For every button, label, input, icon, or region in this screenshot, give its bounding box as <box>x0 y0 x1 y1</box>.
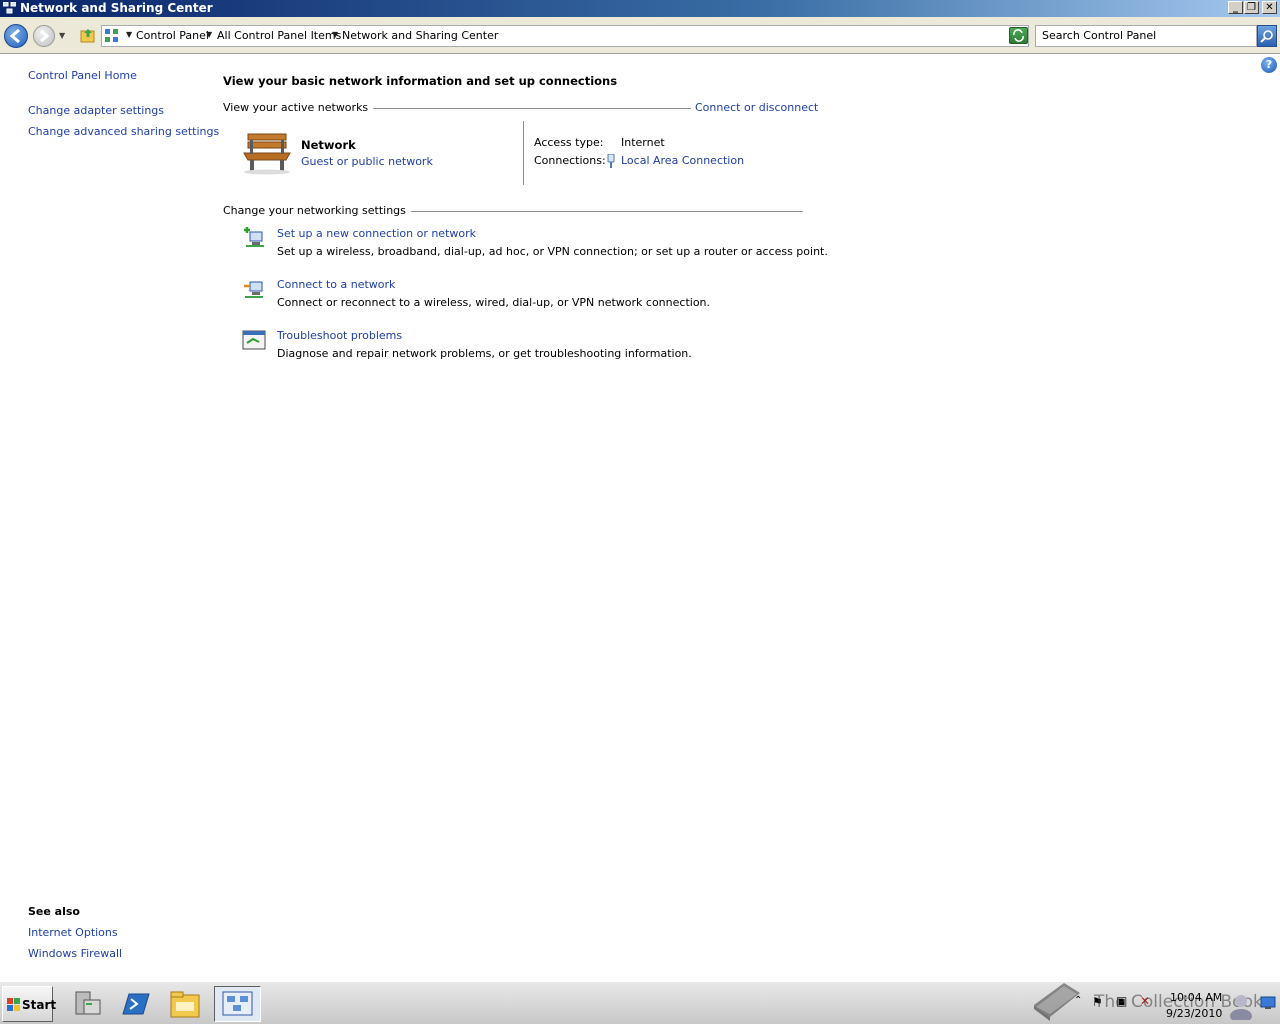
network-center-icon <box>222 991 253 1016</box>
troubleshoot-icon <box>242 330 266 350</box>
network-center-taskbar-button[interactable] <box>214 986 261 1022</box>
windows-flag-icon <box>7 998 20 1011</box>
clock-time[interactable]: 10:04 AM <box>1170 991 1222 1004</box>
powershell-button[interactable] <box>115 986 157 1022</box>
connect-network-icon <box>244 281 263 298</box>
windows-firewall-link[interactable]: Windows Firewall <box>28 947 122 960</box>
control-panel-home-link[interactable]: Control Panel Home <box>28 69 137 82</box>
ethernet-connection-icon <box>607 154 615 168</box>
setup-new-connection-desc: Set up a wireless, broadband, dial-up, a… <box>277 245 828 258</box>
breadcrumb-control-panel[interactable]: Control Panel <box>136 29 209 42</box>
network-name: Network <box>301 138 356 152</box>
connect-to-network-desc: Connect or reconnect to a wireless, wire… <box>277 296 711 309</box>
user-avatar-icon <box>1230 995 1252 1020</box>
refresh-button[interactable] <box>1009 27 1028 44</box>
breadcrumb-network-center[interactable]: Network and Sharing Center <box>342 29 498 42</box>
network-center-icon <box>3 2 16 14</box>
minimize-button[interactable]: _ <box>1228 1 1243 14</box>
search-input[interactable]: Search Control Panel <box>1035 25 1257 47</box>
troubleshoot-problems-desc: Diagnose and repair network problems, or… <box>277 347 692 360</box>
explorer-button[interactable] <box>164 986 206 1022</box>
connect-or-disconnect-link[interactable]: Connect or disconnect <box>691 101 819 114</box>
powershell-icon <box>122 993 150 1015</box>
change-adapter-settings-link[interactable]: Change adapter settings <box>28 104 164 117</box>
window-titlebar[interactable]: Network and Sharing Center _ ❐ ✕ <box>0 0 1280 17</box>
close-button[interactable]: ✕ <box>1262 1 1277 14</box>
new-connection-icon <box>244 227 264 247</box>
system-tray: ⌃ ⚑ ▣ ✕ The Collection Book 10:04 AM 9/2… <box>1070 985 1280 1023</box>
refresh-icon <box>1013 29 1024 42</box>
back-button[interactable] <box>4 24 28 48</box>
address-toolbar: ▼ ▼ Control Panel ▼ All Control Panel It… <box>0 17 1280 54</box>
start-label: Start <box>22 998 57 1012</box>
access-type-label: Access type: <box>534 136 604 149</box>
connections-label: Connections: <box>534 154 606 167</box>
network-type-link[interactable]: Guest or public network <box>301 155 433 168</box>
server-manager-button[interactable] <box>66 986 108 1022</box>
breadcrumb-separator[interactable]: ▼ <box>206 30 212 39</box>
internet-options-link[interactable]: Internet Options <box>28 926 118 939</box>
access-type-value: Internet <box>621 136 665 149</box>
window-title: Network and Sharing Center <box>20 1 213 15</box>
see-also-heading: See also <box>28 905 80 918</box>
breadcrumb-separator[interactable]: ▼ <box>126 30 132 39</box>
arrow-left-icon <box>9 28 20 44</box>
troubleshoot-problems-link[interactable]: Troubleshoot problems <box>277 329 402 342</box>
help-icon[interactable]: ? <box>1261 57 1277 73</box>
breadcrumb-all-items[interactable]: All Control Panel Items <box>217 29 341 42</box>
book-watermark-icon <box>1034 983 1080 1021</box>
page-title: View your basic network information and … <box>223 74 618 88</box>
server-manager-icon <box>75 991 101 1015</box>
search-icon <box>1260 30 1273 43</box>
vertical-divider <box>523 121 524 185</box>
setup-new-connection-link[interactable]: Set up a new connection or network <box>277 227 476 240</box>
local-area-connection-link[interactable]: Local Area Connection <box>621 154 744 167</box>
address-field[interactable]: ▼ Control Panel ▼ All Control Panel Item… <box>101 25 1029 47</box>
recent-pages-dropdown[interactable]: ▼ <box>59 31 65 40</box>
forward-button[interactable] <box>33 25 55 47</box>
up-folder-icon[interactable] <box>80 27 96 43</box>
networking-settings-label: Change your networking settings <box>223 204 411 217</box>
connect-to-network-link[interactable]: Connect to a network <box>277 278 395 291</box>
active-networks-label: View your active networks <box>223 101 374 114</box>
taskbar: Start ⌃ ⚑ ▣ ✕ The Collection Book 10:04 … <box>0 981 1280 1024</box>
control-panel-icon <box>105 29 118 42</box>
change-advanced-sharing-link[interactable]: Change advanced sharing settings <box>28 125 219 138</box>
breadcrumb-separator[interactable]: ▼ <box>332 30 338 39</box>
clock-date[interactable]: 9/23/2010 <box>1166 1007 1222 1020</box>
restore-button[interactable]: ❐ <box>1244 1 1259 14</box>
folder-icon <box>170 991 200 1018</box>
park-bench-icon <box>243 133 291 175</box>
show-desktop-icon[interactable] <box>1260 996 1276 1010</box>
search-button[interactable] <box>1257 25 1277 47</box>
start-button[interactable]: Start <box>2 986 57 1022</box>
arrow-right-icon <box>40 29 50 43</box>
